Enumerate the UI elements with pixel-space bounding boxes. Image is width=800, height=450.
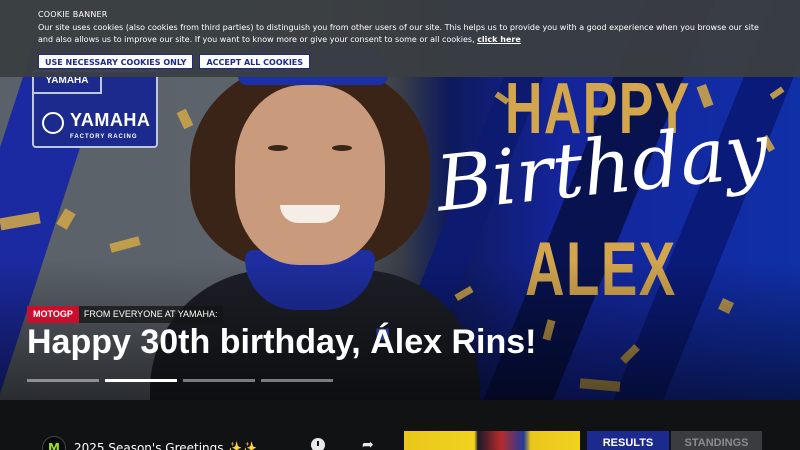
yamaha-wordmark: YAMAHA xyxy=(70,110,151,130)
cookie-banner: COOKIE BANNER Our site uses cookies (als… xyxy=(0,0,800,77)
hero-subtitle: FROM EVERYONE AT YAMAHA: xyxy=(78,306,223,323)
rider-eye xyxy=(332,145,352,151)
news-title[interactable]: 2025 Season's Greetings ✨✨ xyxy=(74,441,257,450)
category-tag[interactable]: MOTOGP xyxy=(27,306,79,323)
slider-dot[interactable] xyxy=(27,379,99,382)
yamaha-factory-racing-text: FACTORY RACING xyxy=(70,134,138,140)
rider-eye xyxy=(268,145,288,151)
necessary-cookies-button[interactable]: USE NECESSARY COOKIES ONLY xyxy=(38,54,194,69)
accept-all-cookies-button[interactable]: ACCEPT ALL COOKIES xyxy=(199,54,311,69)
cookie-banner-body: Our site uses cookies (also cookies from… xyxy=(38,23,759,44)
cookie-click-here-link[interactable]: click here xyxy=(477,35,521,44)
yamaha-tuning-fork-icon xyxy=(42,112,64,134)
hero-headline[interactable]: Happy 30th birthday, Álex Rins! xyxy=(27,323,536,362)
hero-tags: MOTOGP FROM EVERYONE AT YAMAHA: xyxy=(27,306,223,323)
slider-dot-active[interactable] xyxy=(105,379,177,382)
cookie-banner-title: COOKIE BANNER xyxy=(38,10,108,19)
monster-energy-icon: M xyxy=(42,436,66,450)
confetti xyxy=(696,83,714,109)
rider-face xyxy=(235,85,385,265)
cookie-buttons: USE NECESSARY COOKIES ONLY ACCEPT ALL CO… xyxy=(38,54,311,69)
rider-smile xyxy=(280,205,340,223)
yamaha-factory-racing-logo: YAMAHA YAMAHA FACTORY RACING xyxy=(32,70,158,148)
tab-results[interactable]: RESULTS xyxy=(587,431,669,450)
slider-dot[interactable] xyxy=(183,379,255,382)
slider-pagination xyxy=(27,379,333,382)
news-item[interactable]: M 2025 Season's Greetings ✨✨ xyxy=(42,436,257,450)
cookie-banner-text: Our site uses cookies (also cookies from… xyxy=(38,22,762,46)
tab-standings[interactable]: STANDINGS xyxy=(671,431,762,450)
news-thumbnail[interactable] xyxy=(404,431,580,450)
clock-icon xyxy=(311,438,325,450)
share-icon[interactable]: ➦ xyxy=(362,437,374,450)
slider-dot[interactable] xyxy=(261,379,333,382)
confetti xyxy=(109,236,141,253)
